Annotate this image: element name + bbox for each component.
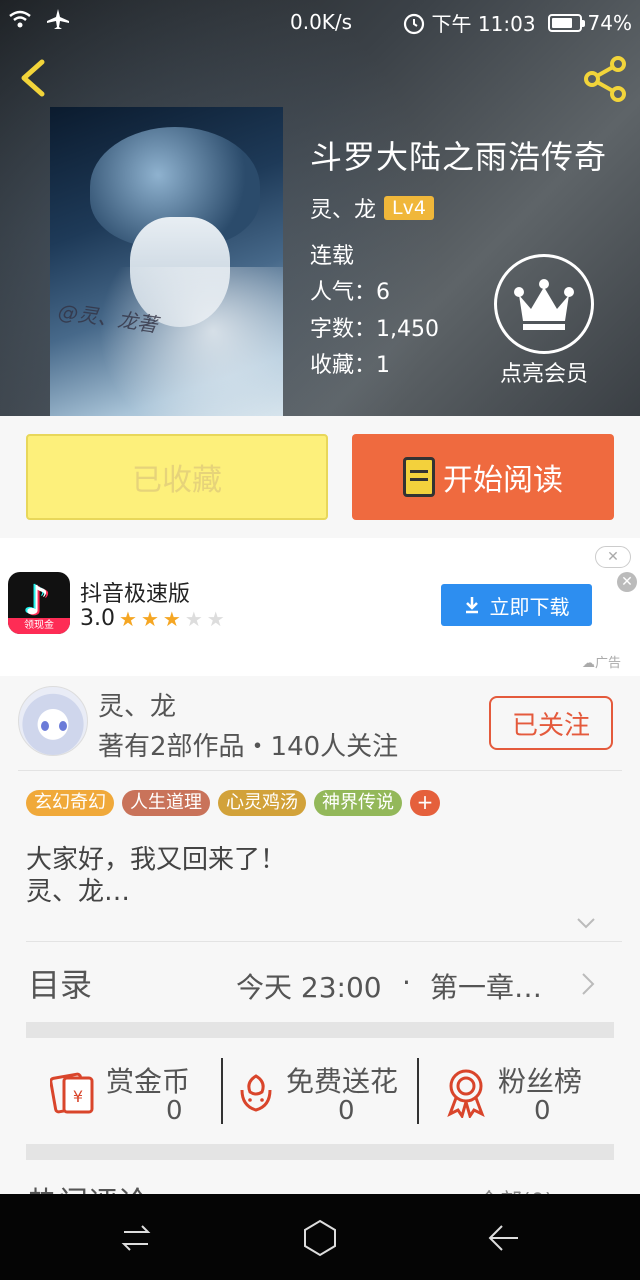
author-stats: 著有2部作品・140人关注 [98, 732, 399, 762]
book-author-row: 灵、龙 Lv4 [310, 192, 434, 224]
book-favorites-count: 收藏1 [310, 347, 390, 379]
network-speed: 0.0K/s [290, 10, 353, 34]
clock: 下午 11:03 [431, 12, 536, 36]
section-gap [26, 1022, 614, 1038]
chevron-down-icon[interactable] [575, 912, 597, 934]
back-icon[interactable] [484, 1218, 524, 1258]
start-reading-button[interactable]: 开始阅读 [352, 434, 614, 520]
book-title: 斗罗大陆之雨浩传奇 [310, 138, 608, 176]
rewards-bar: ¥ 赏金币 0 免费送花 0 粉丝榜 0 [26, 1038, 614, 1144]
ad-dismiss-icon[interactable]: ✕ [617, 572, 637, 592]
airplane-icon [47, 9, 69, 29]
reward-coins[interactable]: ¥ 赏金币 0 [50, 1038, 220, 1144]
start-reading-label: 开始阅读 [443, 463, 563, 498]
divider [18, 770, 622, 771]
flower-icon [240, 1074, 272, 1112]
tag-list: 玄幻奇幻 人生道理 心灵鸡汤 神界传说 + [26, 790, 440, 816]
ad-banner[interactable]: ♪ 领现金 抖音极速版 3.0 ★ ★ ★ ★ ★ 立即下载 ✕ ☁广告 [0, 538, 640, 676]
tag-pill[interactable]: 神界传说 [314, 790, 402, 816]
table-of-contents-row[interactable]: 目录 今天 23:00 · 第一章… [0, 942, 640, 1022]
toc-separator: · [402, 966, 411, 999]
vip-label: 点亮会员 [499, 362, 588, 387]
tag-pill[interactable]: 人生道理 [122, 790, 210, 816]
tag-pill[interactable]: 心灵鸡汤 [218, 790, 306, 816]
star-empty-icon: ★ [206, 606, 225, 631]
home-icon[interactable] [300, 1218, 340, 1258]
share-icon[interactable] [580, 54, 630, 104]
reward-count: 0 [166, 1096, 183, 1126]
book-intro[interactable]: 大家好，我又回来了！ 灵、龙… [26, 844, 286, 908]
author-section: 灵、龙 著有2部作品・140人关注 已关注 玄幻奇幻 人生道理 心灵鸡汤 神界传… [0, 676, 640, 942]
medal-icon [447, 1069, 485, 1118]
reward-count: 0 [338, 1096, 355, 1126]
book-header: @灵、龙著 斗罗大陆之雨浩传奇 灵、龙 Lv4 连载 人气6 字数1,450 收… [0, 0, 640, 416]
recent-apps-icon[interactable] [116, 1218, 156, 1258]
book-word-count: 字数1,450 [310, 311, 439, 343]
vip-button[interactable]: 点亮会员 [492, 254, 596, 388]
book-popularity: 人气6 [310, 274, 390, 306]
reward-fan-ranking[interactable]: 粉丝榜 0 [444, 1038, 614, 1144]
toc-update-time: 今天 23:00 [236, 971, 382, 1004]
download-icon [465, 597, 478, 614]
douyin-app-icon[interactable]: ♪ 领现金 [8, 572, 70, 634]
book-author[interactable]: 灵、龙 [310, 192, 376, 224]
svg-text:¥: ¥ [73, 1087, 83, 1106]
reward-label: 免费送花 [286, 1065, 399, 1098]
add-tag-icon[interactable]: + [410, 790, 440, 816]
ad-close-icon[interactable]: ✕ [595, 546, 631, 568]
book-cover[interactable]: @灵、龙著 [50, 107, 283, 416]
reward-flowers[interactable]: 免费送花 0 [236, 1038, 416, 1144]
alarm-icon [403, 13, 424, 34]
reward-label: 粉丝榜 [498, 1065, 583, 1098]
star-icon: ★ [140, 606, 159, 631]
coin-envelope-icon: ¥ [50, 1072, 94, 1114]
star-icon: ★ [119, 606, 137, 631]
battery-percent: 74% [587, 10, 632, 35]
cover-art-glow [50, 267, 283, 416]
author-level-badge: Lv4 [384, 196, 434, 220]
tag-pill[interactable]: 玄幻奇幻 [26, 790, 114, 816]
reward-label: 赏金币 [106, 1065, 191, 1098]
ad-rating-value: 3.0 [80, 606, 115, 631]
back-arrow-icon[interactable] [14, 56, 54, 100]
book-icon [403, 457, 435, 497]
star-empty-icon: ★ [184, 606, 203, 631]
chevron-right-icon [582, 973, 595, 995]
system-nav-bar [0, 1194, 640, 1280]
author-name[interactable]: 灵、龙 [98, 686, 176, 723]
battery-icon [547, 13, 585, 32]
ad-label: ☁广告 [582, 656, 622, 671]
ad-rating: 3.0 ★ ★ ★ ★ ★ [80, 606, 225, 631]
ad-download-button[interactable]: 立即下载 [441, 584, 592, 626]
ad-download-label: 立即下载 [489, 594, 570, 619]
ad-icon-tag: 领现金 [8, 618, 70, 634]
favorited-button[interactable]: 已收藏 [26, 434, 328, 520]
book-status: 连载 [310, 244, 355, 269]
intro-line: 灵、龙… [26, 877, 131, 907]
status-bar: 0.0K/s 下午 11:03 74% [0, 0, 640, 44]
divider [221, 1058, 223, 1124]
wifi-icon [9, 10, 31, 28]
follow-button[interactable]: 已关注 [489, 696, 613, 750]
ad-app-name: 抖音极速版 [80, 582, 191, 607]
star-icon: ★ [162, 606, 181, 631]
toc-latest-chapter: 第一章… [430, 971, 543, 1004]
crown-icon [494, 254, 594, 354]
reward-count: 0 [534, 1096, 551, 1126]
divider [417, 1058, 419, 1124]
book-actions: 已收藏 开始阅读 [0, 416, 640, 538]
author-avatar[interactable] [18, 686, 88, 756]
section-gap [26, 1144, 614, 1160]
intro-line: 大家好，我又回来了！ [26, 845, 287, 875]
toc-label: 目录 [28, 966, 93, 1004]
